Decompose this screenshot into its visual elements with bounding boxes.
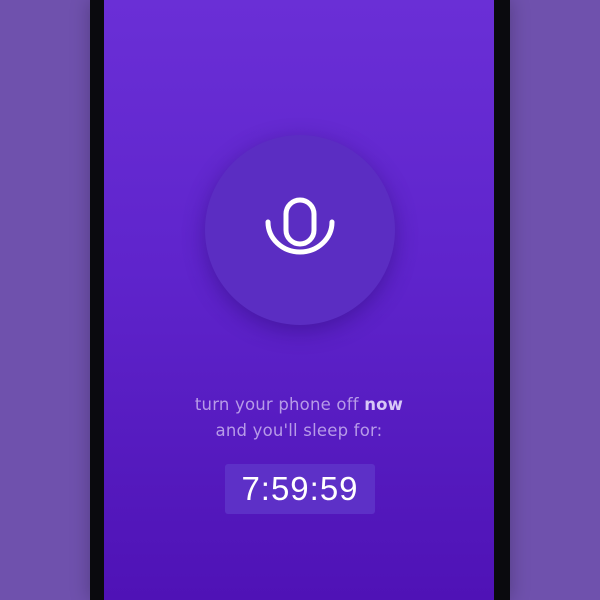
record-button[interactable] (205, 135, 395, 325)
message-line-2: and you'll sleep for: (215, 421, 383, 440)
message-emphasis: now (364, 395, 404, 414)
app-screen: turn your phone off now and you'll sleep… (104, 0, 494, 600)
message-line-1: turn your phone off now (104, 392, 494, 418)
microphone-icon (260, 190, 340, 270)
message-line-1-prefix: turn your phone off (194, 395, 365, 414)
sleep-message: turn your phone off now and you'll sleep… (104, 392, 494, 444)
sleep-timer: 7:59:59 (225, 464, 375, 514)
timer-value: 7:59:59 (241, 470, 359, 507)
